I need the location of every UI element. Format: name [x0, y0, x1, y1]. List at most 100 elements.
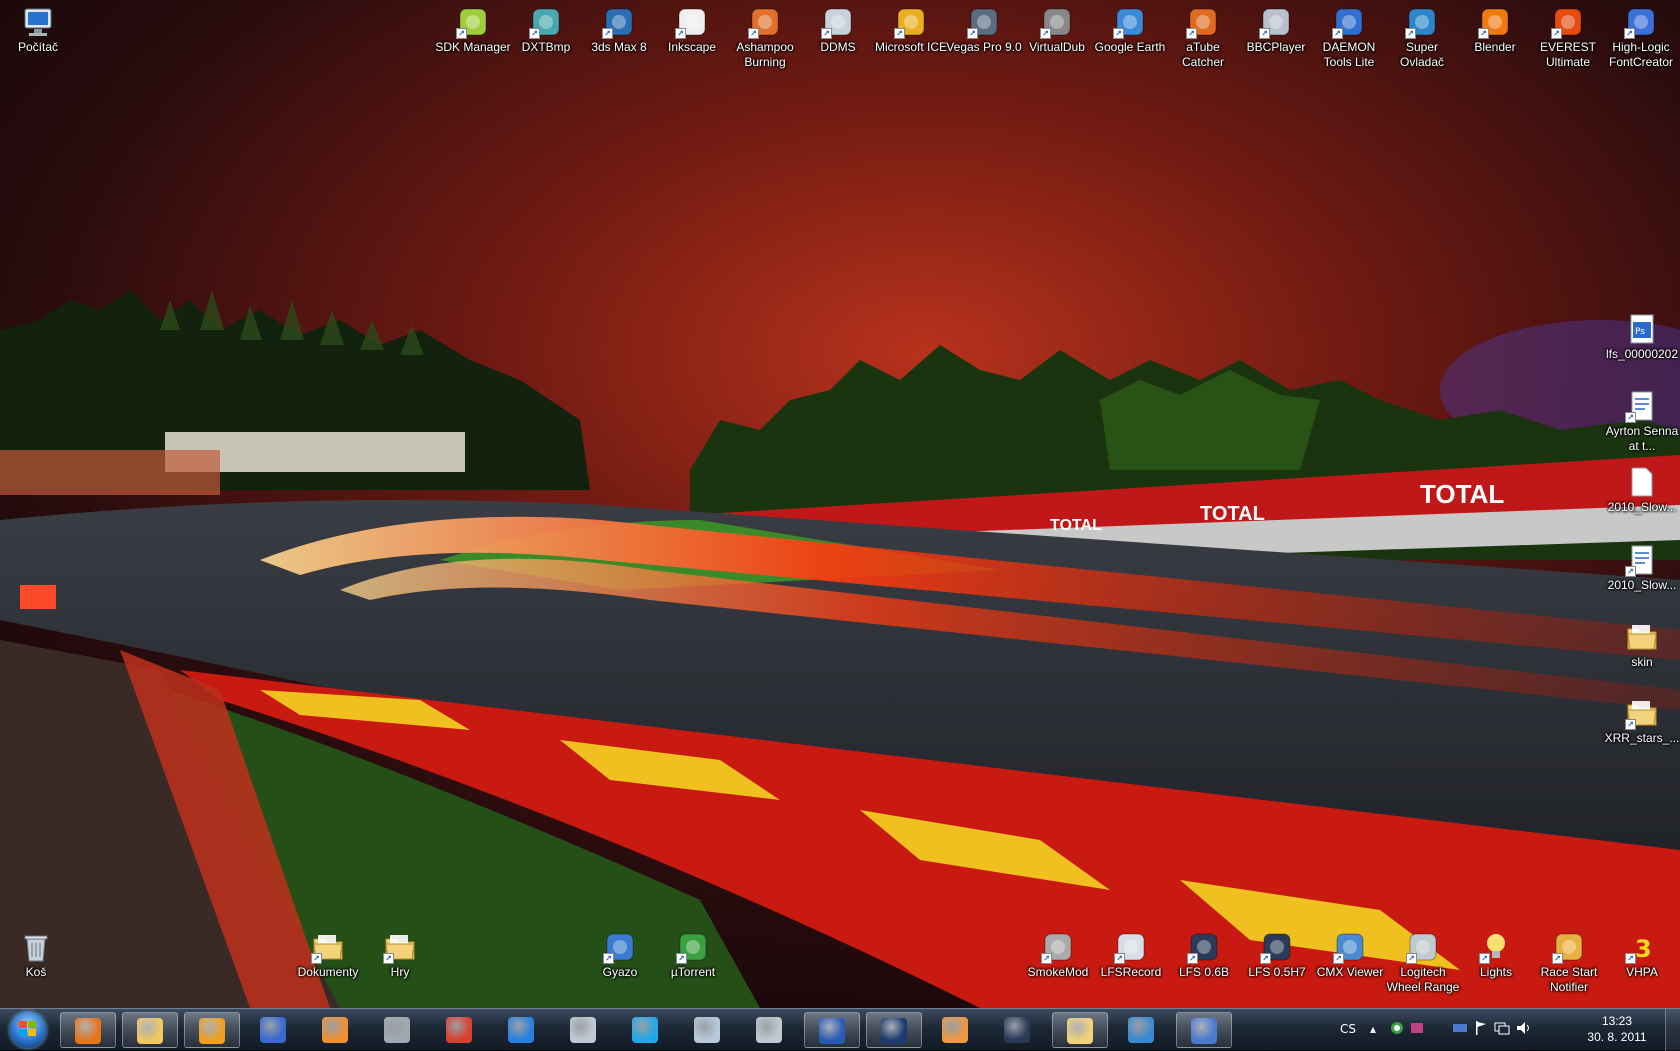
- desktop-icon[interactable]: ↗ VirtualDub: [1019, 2, 1095, 55]
- tray-app-icon[interactable]: [1410, 1021, 1424, 1038]
- desktop-icon-label: VirtualDub: [1029, 40, 1085, 54]
- show-hidden-icons-button[interactable]: ▴: [1370, 1022, 1376, 1036]
- lfsrecord-icon: ↗: [1114, 931, 1147, 964]
- taskbar-button-chrome[interactable]: [432, 1012, 488, 1048]
- folder-shortcut-icon: ↗: [383, 931, 416, 964]
- media-player-icon: [322, 1017, 348, 1043]
- desktop-icon[interactable]: 2010_Slow...: [1604, 462, 1680, 515]
- start-button[interactable]: [4, 1010, 52, 1050]
- taskbar-button-photoshop[interactable]: [866, 1012, 922, 1048]
- shortcut-arrow-icon: ↗: [456, 28, 467, 39]
- desktop-icon[interactable]: Koš: [0, 927, 74, 980]
- desktop-icon[interactable]: ↗ LFS 0.6B: [1166, 927, 1242, 980]
- taskbar-button-amd[interactable]: [370, 1012, 426, 1048]
- desktop-icon[interactable]: ↗ LFSRecord: [1093, 927, 1169, 980]
- tray-app-icon[interactable]: [1452, 1021, 1468, 1038]
- shortcut-arrow-icon: ↗: [1406, 953, 1417, 964]
- desktop-icon[interactable]: ↗ µTorrent: [655, 927, 731, 980]
- folder-shortcut-icon: ↗: [311, 931, 344, 964]
- language-indicator[interactable]: CS: [1340, 1022, 1356, 1036]
- desktop-icon-computer[interactable]: Počítač: [0, 2, 76, 55]
- action-center-flag-icon[interactable]: [1474, 1020, 1488, 1039]
- taskbar-button-floppy-app[interactable]: [804, 1012, 860, 1048]
- desktop-icon[interactable]: ↗ 3ds Max 8: [581, 2, 657, 55]
- show-desktop-button[interactable]: [1665, 1009, 1680, 1051]
- taskbar-button-editor-app[interactable]: [1176, 1012, 1232, 1048]
- firefox-icon: [75, 1018, 101, 1044]
- desktop-icon-label: SDK Manager: [435, 40, 511, 54]
- desktop-icon[interactable]: skin: [1604, 617, 1680, 670]
- taskbar-button-firefox[interactable]: [60, 1012, 116, 1048]
- computer-icon: [22, 6, 54, 38]
- calculator-icon: [694, 1017, 720, 1043]
- taskbar-button-folder-window[interactable]: [1052, 1012, 1108, 1048]
- tray-app-icon[interactable]: [1390, 1021, 1404, 1038]
- desktop-icon-label: Hry: [390, 965, 410, 979]
- desktop-icon-label: Super Ovladač: [1399, 40, 1445, 69]
- desktop-icon[interactable]: ↗ Race Start Notifier: [1531, 927, 1607, 995]
- desktop-icon[interactable]: ↗ DAEMON Tools Lite: [1311, 2, 1387, 70]
- utorrent-icon: ↗: [676, 931, 709, 964]
- desktop-icon[interactable]: ↗ CMX Viewer: [1312, 927, 1388, 980]
- taskbar-button-winamp[interactable]: [184, 1012, 240, 1048]
- desktop-icon-label: Koš: [25, 965, 47, 979]
- vhpa-icon: 3 ↗: [1625, 931, 1658, 964]
- skype-icon: [632, 1017, 658, 1043]
- system-tray: CS ▴ 13:23 30. 8. 2011: [1340, 1009, 1680, 1051]
- desktop-icon-label: µTorrent: [670, 965, 716, 979]
- desktop-icon[interactable]: ↗ Blender: [1457, 2, 1533, 55]
- network-icon[interactable]: [1494, 1021, 1510, 1038]
- shortcut-arrow-icon: ↗: [603, 953, 614, 964]
- desktop-icon-label: Počítač: [17, 40, 59, 54]
- taskbar-button-skype[interactable]: [618, 1012, 674, 1048]
- desktop-icon[interactable]: ↗ Inkscape: [654, 2, 730, 55]
- desktop-icon[interactable]: ↗ Vegas Pro 9.0: [946, 2, 1022, 55]
- taskbar-button-internet-explorer[interactable]: [494, 1012, 550, 1048]
- desktop-icon[interactable]: ↗ Hry: [362, 927, 438, 980]
- shortcut-arrow-icon: ↗: [1624, 28, 1635, 39]
- shortcut-arrow-icon: ↗: [894, 28, 905, 39]
- folder-shortcut-icon: ↗: [1625, 697, 1658, 730]
- taskbar-button-calculator[interactable]: [680, 1012, 736, 1048]
- desktop-icon-label: Blender: [1474, 40, 1516, 54]
- desktop-icon[interactable]: ↗ Lights: [1458, 927, 1534, 980]
- taskbar-button-explorer[interactable]: [122, 1012, 178, 1048]
- desktop-icon[interactable]: 3 ↗ VHPA: [1604, 927, 1680, 980]
- taskbar-button-lfs[interactable]: [990, 1012, 1046, 1048]
- desktop-icon[interactable]: Ps lfs_00000202: [1604, 309, 1680, 362]
- explorer-folder-icon: [137, 1018, 163, 1044]
- desktop-icon[interactable]: ↗ Super Ovladač: [1384, 2, 1460, 70]
- svg-text:Ps: Ps: [1635, 327, 1645, 337]
- taskbar-button-steam[interactable]: [556, 1012, 612, 1048]
- desktop-icon[interactable]: ↗ XRR_stars_...: [1604, 693, 1680, 746]
- taskbar-button-image-viewer[interactable]: [928, 1012, 984, 1048]
- clock[interactable]: 13:23 30. 8. 2011: [1582, 1013, 1652, 1045]
- banner-total: TOTAL: [1420, 479, 1504, 509]
- desktop-icon[interactable]: ↗ DXTBmp: [508, 2, 584, 55]
- desktop-icon-label: 3ds Max 8: [591, 40, 647, 54]
- taskbar-button-network-app[interactable]: [1114, 1012, 1170, 1048]
- desktop-icon[interactable]: ↗ LFS 0.5H7: [1239, 927, 1315, 980]
- desktop-icon-label: 2010_Slow...: [1607, 500, 1677, 514]
- desktop-icon[interactable]: ↗ SDK Manager: [435, 2, 511, 55]
- desktop-icon[interactable]: ↗ BBCPlayer: [1238, 2, 1314, 55]
- desktop-icon[interactable]: ↗ DDMS: [800, 2, 876, 55]
- taskbar-button-media-player[interactable]: [308, 1012, 364, 1048]
- desktop-icon[interactable]: ↗ Logitech Wheel Range: [1385, 927, 1461, 995]
- desktop-icon[interactable]: ↗ Microsoft ICE: [873, 2, 949, 55]
- volume-icon[interactable]: [1516, 1021, 1532, 1038]
- desktop-icon[interactable]: ↗ EVEREST Ultimate: [1530, 2, 1606, 70]
- desktop-icon[interactable]: ↗ Ashampoo Burning: [727, 2, 803, 70]
- desktop-icon-label: LFS 0.5H7: [1248, 965, 1306, 979]
- desktop-icon[interactable]: ↗ High-Logic FontCreator: [1603, 2, 1679, 70]
- desktop-icon[interactable]: ↗ Ayrton Senna at t...: [1604, 386, 1680, 454]
- desktop-icon[interactable]: ↗ aTube Catcher: [1165, 2, 1241, 70]
- clock-time: 13:23: [1601, 1014, 1633, 1028]
- desktop-icon[interactable]: ↗ Google Earth: [1092, 2, 1168, 55]
- taskbar-button-usb-tool[interactable]: [742, 1012, 798, 1048]
- taskbar-button-media-center[interactable]: [246, 1012, 302, 1048]
- desktop-icon[interactable]: ↗ SmokeMod: [1020, 927, 1096, 980]
- desktop-icon[interactable]: ↗ Gyazo: [582, 927, 658, 980]
- desktop-icon[interactable]: ↗ Dokumenty: [290, 927, 366, 980]
- desktop-icon[interactable]: ↗ 2010_Slow...: [1604, 540, 1680, 593]
